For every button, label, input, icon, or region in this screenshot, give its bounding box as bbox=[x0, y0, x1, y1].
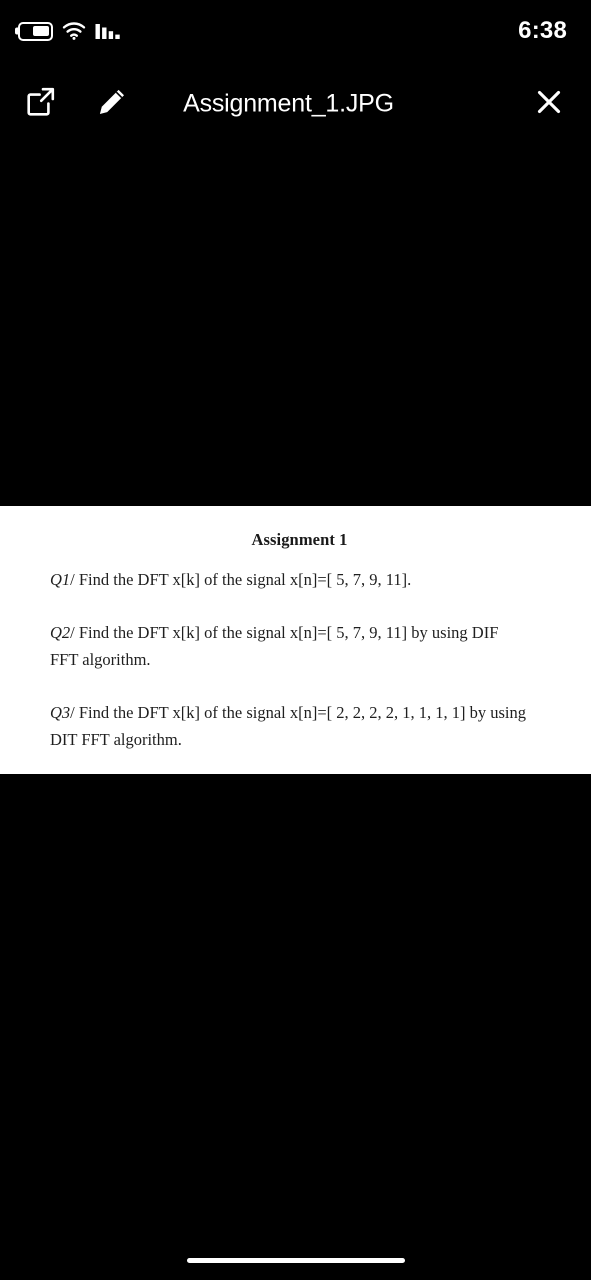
edit-button[interactable] bbox=[92, 84, 132, 124]
status-bar: 6:38 bbox=[0, 0, 591, 62]
question-text: / Find the DFT x[k] of the signal x[n]=[… bbox=[50, 623, 499, 669]
status-bar-clock: 6:38 bbox=[518, 17, 567, 44]
battery-icon bbox=[18, 21, 53, 41]
question-label: Q3 bbox=[50, 703, 71, 722]
question-label: Q1 bbox=[50, 570, 71, 589]
question-text: / Find the DFT x[k] of the signal x[n]=[… bbox=[50, 703, 527, 749]
cellular-signal-icon bbox=[95, 22, 121, 41]
question-text: / Find the DFT x[k] of the signal x[n]=[… bbox=[70, 570, 412, 589]
wifi-icon bbox=[62, 22, 86, 40]
close-button-hitbox[interactable] bbox=[529, 84, 569, 124]
question-item: Q2/ Find the DFT x[k] of the signal x[n]… bbox=[50, 619, 530, 673]
question-label: Q2 bbox=[50, 623, 71, 642]
document-heading: Assignment 1 bbox=[251, 530, 348, 549]
share-button[interactable] bbox=[20, 84, 60, 124]
document-image[interactable]: Assignment 1 Q1/ Find the DFT x[k] of th… bbox=[0, 506, 591, 774]
status-bar-indicators bbox=[18, 21, 121, 41]
close-button[interactable] bbox=[529, 84, 569, 124]
share-external-link-icon bbox=[25, 86, 56, 122]
question-item: Q1/ Find the DFT x[k] of the signal x[n]… bbox=[50, 566, 530, 593]
viewer-toolbar: Assignment_1.JPG bbox=[0, 62, 591, 146]
toolbar-actions bbox=[20, 84, 132, 124]
pencil-edit-icon bbox=[97, 87, 127, 122]
battery-fill bbox=[33, 25, 49, 37]
home-indicator-bar[interactable] bbox=[186, 1258, 405, 1263]
question-item: Q3/ Find the DFT x[k] of the signal x[n]… bbox=[50, 699, 530, 753]
image-viewer[interactable]: Assignment 1 Q1/ Find the DFT x[k] of th… bbox=[0, 146, 591, 1280]
close-x-icon bbox=[535, 88, 563, 121]
